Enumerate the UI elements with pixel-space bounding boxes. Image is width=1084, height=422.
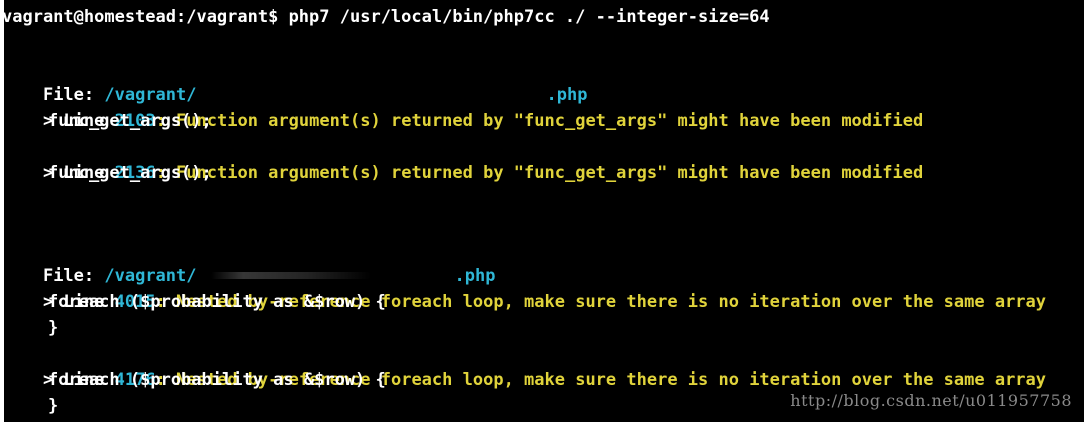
warning-line-4015: > Line 4015: Nested by-reference foreach…	[4, 264, 1046, 312]
warning-line-2136: > Line 2136: Function argument(s) return…	[4, 135, 923, 183]
code-snippet: func_get_args();	[48, 111, 212, 131]
code-snippet: foreach ($probability as &$row) {	[48, 370, 386, 390]
command-prompt-line: vagrant@homestead:/vagrant$ php7 /usr/lo…	[4, 7, 770, 27]
code-snippet: foreach ($probability as &$row) {	[48, 292, 386, 312]
watermark: http://blog.csdn.net/u011957758	[790, 391, 1072, 411]
code-snippet: }	[48, 318, 59, 338]
terminal-window[interactable]: vagrant@homestead:/vagrant$ php7 /usr/lo…	[4, 0, 1084, 422]
code-snippet: func_get_args();	[48, 163, 212, 183]
warning-message: : Function argument(s) returned by "func…	[155, 110, 924, 131]
file-header-1: File: /vagrant/.php	[4, 57, 588, 105]
warning-message: : Function argument(s) returned by "func…	[155, 162, 924, 183]
code-snippet: }	[48, 396, 59, 416]
file-header-2: File: /vagrant/.php	[4, 238, 496, 286]
warning-line-2103: > Line 2103: Function argument(s) return…	[4, 83, 923, 131]
warning-line-4176: > Line 4176: Nested by-reference foreach…	[4, 342, 1046, 390]
